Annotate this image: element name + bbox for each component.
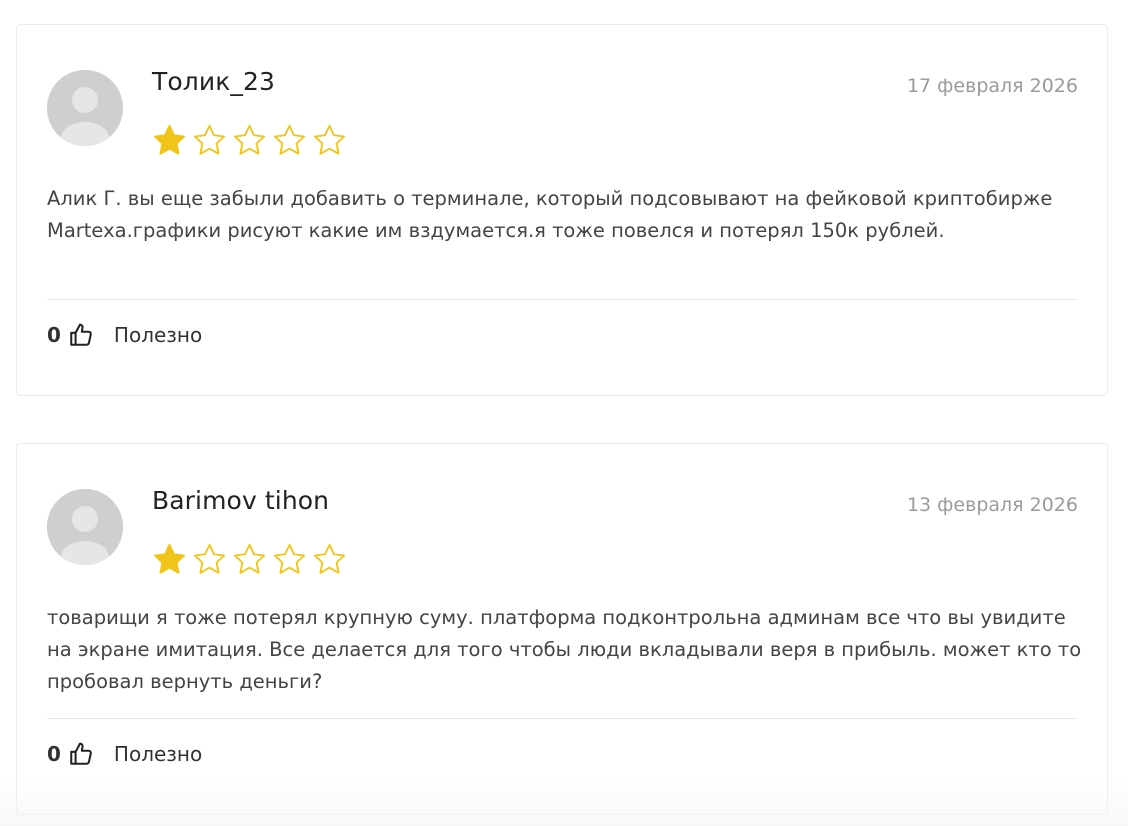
star-filled-icon bbox=[153, 124, 186, 155]
star-outline-icon bbox=[193, 124, 226, 155]
divider bbox=[47, 718, 1077, 719]
review-card: Толик_23 17 февраля 2026 Алик Г. вы еще … bbox=[16, 24, 1108, 396]
thumbs-up-icon[interactable] bbox=[68, 322, 94, 348]
star-outline-icon bbox=[313, 124, 346, 155]
star-outline-icon bbox=[193, 543, 226, 574]
review-footer: 0 Полезно bbox=[47, 317, 202, 353]
rating-stars bbox=[151, 122, 348, 159]
divider bbox=[47, 299, 1077, 300]
star-outline-icon bbox=[233, 543, 266, 574]
star-outline-icon bbox=[313, 543, 346, 574]
helpful-button[interactable]: Полезно bbox=[114, 742, 202, 766]
helpful-count: 0 bbox=[47, 323, 61, 347]
star-outline-icon bbox=[273, 124, 306, 155]
avatar-icon bbox=[47, 70, 123, 146]
review-date: 13 февраля 2026 bbox=[906, 494, 1078, 516]
helpful-count: 0 bbox=[47, 742, 61, 766]
review-date: 17 февраля 2026 bbox=[906, 75, 1078, 97]
review-author: Толик_23 bbox=[152, 67, 276, 96]
star-outline-icon bbox=[233, 124, 266, 155]
review-footer: 0 Полезно bbox=[47, 736, 202, 772]
review-text: товарищи я тоже потерял крупную суму. пл… bbox=[47, 606, 1082, 693]
review-author: Barimov tihon bbox=[152, 486, 330, 515]
star-outline-icon bbox=[273, 543, 306, 574]
rating-stars bbox=[151, 541, 348, 578]
helpful-button[interactable]: Полезно bbox=[114, 323, 202, 347]
star-filled-icon bbox=[153, 543, 186, 574]
avatar-icon bbox=[47, 489, 123, 565]
review-text: Алик Г. вы еще забыли добавить о термина… bbox=[47, 187, 1053, 242]
review-card: Barimov tihon 13 февраля 2026 товарищи я… bbox=[16, 443, 1108, 815]
thumbs-up-icon[interactable] bbox=[68, 741, 94, 767]
